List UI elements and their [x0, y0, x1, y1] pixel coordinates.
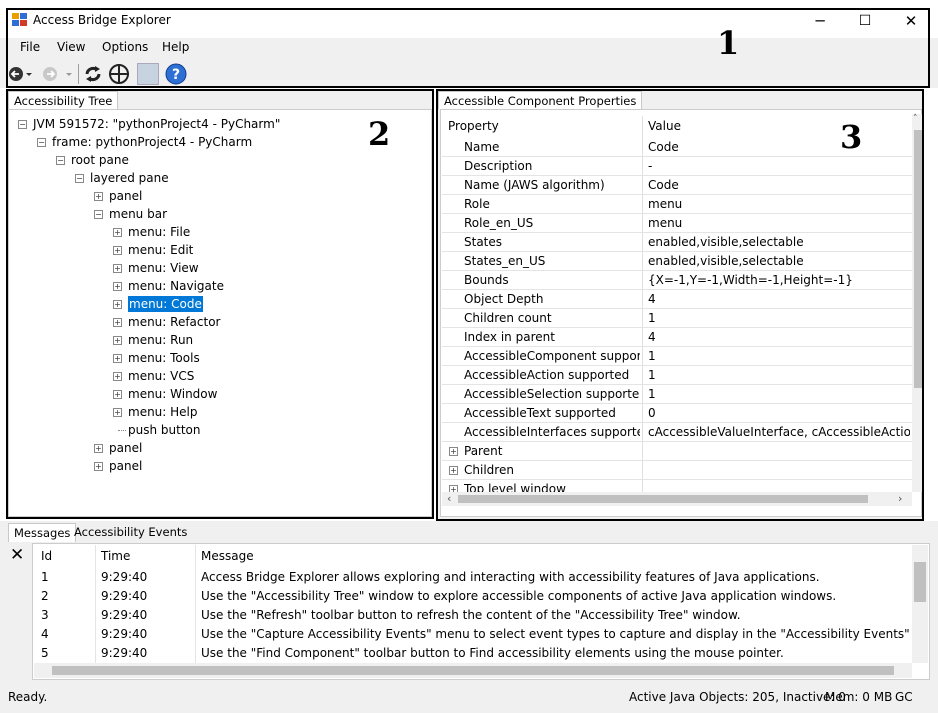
tree-node[interactable]: panel	[109, 440, 142, 456]
message-column-header: Message	[201, 549, 254, 563]
expand-node-icon[interactable]: +	[113, 282, 122, 291]
message-row[interactable]: 5 9:29:40 Use the "Find Component" toolbar…	[34, 644, 912, 663]
expand-node-icon[interactable]: +	[113, 372, 122, 381]
tree-connector	[118, 430, 126, 431]
tree-node[interactable]: menu: Navigate	[128, 278, 224, 294]
tree-node[interactable]: JVM 591572: "pythonProject4 - PyCharm"	[33, 116, 280, 132]
expand-node-icon[interactable]: +	[94, 444, 103, 453]
message-id: 1	[41, 570, 49, 584]
status-text: Ready.	[8, 690, 48, 704]
message-id: 5	[41, 646, 49, 660]
message-row[interactable]: 1 9:29:40 Access Bridge Explorer allows ex…	[34, 568, 912, 587]
tree-node[interactable]: panel	[109, 458, 142, 474]
annotation-label-1: 1	[717, 24, 740, 62]
tree-node[interactable]: menu: Run	[128, 332, 193, 348]
annotation-box-1	[6, 8, 930, 88]
tree-node[interactable]: panel	[109, 188, 142, 204]
collapse-node-icon[interactable]: −	[37, 138, 46, 147]
clear-messages-icon[interactable]: ✕	[10, 545, 24, 565]
tree-node[interactable]: menu: Edit	[128, 242, 193, 258]
message-row[interactable]: 4 9:29:40 Use the "Capture Accessibility E…	[34, 625, 912, 644]
tree-node[interactable]: frame: pythonProject4 - PyCharm	[52, 134, 252, 150]
gc-button[interactable]: GC	[895, 690, 913, 704]
tree-node[interactable]: menu: File	[128, 224, 190, 240]
expand-node-icon[interactable]: +	[113, 354, 122, 363]
tree-node[interactable]: menu bar	[109, 206, 167, 222]
expand-node-icon[interactable]: +	[113, 408, 122, 417]
message-time: 9:29:40	[101, 570, 148, 584]
message-time: 9:29:40	[101, 627, 148, 641]
expand-node-icon[interactable]: +	[113, 318, 122, 327]
active-objects-count: Active Java Objects: 205, Inactive: 0	[629, 690, 846, 704]
memory-usage: Mem: 0 MB	[825, 690, 893, 704]
collapse-node-icon[interactable]: −	[94, 210, 103, 219]
expand-node-icon[interactable]: +	[94, 462, 103, 471]
tree-node[interactable]: menu: Window	[128, 386, 217, 402]
tree-node[interactable]: push button	[128, 422, 200, 438]
collapse-node-icon[interactable]: −	[18, 120, 27, 129]
message-time: 9:29:40	[101, 646, 148, 660]
expand-node-icon[interactable]: +	[113, 300, 122, 309]
message-message: Access Bridge Explorer allows exploring …	[201, 570, 820, 584]
message-row[interactable]: 2 9:29:40 Use the "Accessibility Tree" win…	[34, 587, 912, 606]
expand-node-icon[interactable]: +	[113, 264, 122, 273]
expand-node-icon[interactable]: +	[113, 390, 122, 399]
time-column-header: Time	[101, 549, 131, 563]
messages-hscroll-thumb[interactable]	[52, 666, 894, 675]
tree-node[interactable]: menu: Refactor	[128, 314, 220, 330]
tree-node[interactable]: menu: Help	[128, 404, 198, 420]
id-column-header: Id	[41, 549, 53, 563]
message-time: 9:29:40	[101, 589, 148, 603]
message-message: Use the "Accessibility Tree" window to e…	[201, 589, 837, 603]
tree-node[interactable]: menu: VCS	[128, 368, 194, 384]
tab-accessibility-events[interactable]: Accessibility Events	[74, 525, 187, 539]
tree-node[interactable]: menu: Tools	[128, 350, 200, 366]
tree-node[interactable]: layered pane	[90, 170, 169, 186]
collapse-node-icon[interactable]: −	[56, 156, 65, 165]
expand-node-icon[interactable]: +	[113, 246, 122, 255]
collapse-node-icon[interactable]: −	[75, 174, 84, 183]
message-time: 9:29:40	[101, 608, 148, 622]
message-id: 2	[41, 589, 49, 603]
expand-node-icon[interactable]: +	[113, 336, 122, 345]
tree-node[interactable]: root pane	[71, 152, 129, 168]
message-message: Use the "Refresh" toolbar button to refr…	[201, 608, 741, 622]
message-message: Use the "Find Component" toolbar button …	[201, 646, 784, 660]
expand-node-icon[interactable]: +	[113, 228, 122, 237]
tree-node[interactable]: menu: Code	[128, 296, 203, 312]
expand-node-icon[interactable]: +	[94, 192, 103, 201]
message-row[interactable]: 3 9:29:40 Use the "Refresh" toolbar button…	[34, 606, 912, 625]
tree-node[interactable]: menu: View	[128, 260, 199, 276]
tab-messages[interactable]: Messages	[8, 523, 77, 542]
message-id: 3	[41, 608, 49, 622]
annotation-label-2: 2	[368, 115, 391, 153]
messages-scroll-thumb[interactable]	[914, 562, 926, 602]
message-id: 4	[41, 627, 49, 641]
annotation-label-3: 3	[840, 118, 863, 156]
message-message: Use the "Capture Accessibility Events" m…	[201, 627, 909, 641]
